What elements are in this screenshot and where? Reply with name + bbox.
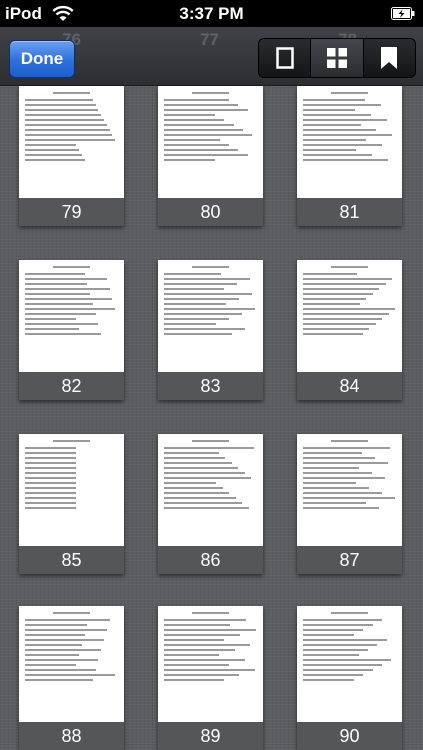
page-thumbnail[interactable]: 89 [158,606,263,750]
bookmarks-button[interactable] [363,39,415,77]
page-preview [303,612,396,720]
scrolled-page-number: 77 [200,30,219,49]
page-thumbnail[interactable]: 80 [158,86,263,226]
page-number-label: 79 [19,198,124,226]
page-thumbnail-grid: 79 80 81 82 83 84 85 86 87 88 89 90 [0,86,423,750]
bookmark-icon [381,47,398,69]
page-number-label: 85 [19,546,124,574]
page-number-label: 90 [297,722,402,750]
page-number-label: 86 [158,546,263,574]
top-toolbar: 76 77 78 Done [0,27,423,86]
page-preview [164,440,257,544]
page-thumbnail[interactable]: 90 [297,606,402,750]
page-thumbnail[interactable]: 84 [297,260,402,400]
page-preview [164,92,257,196]
grid-view-icon [326,48,347,68]
page-thumbnail[interactable]: 81 [297,86,402,226]
page-number-label: 80 [158,198,263,226]
status-bar: iPod 3:37 PM [0,0,423,27]
page-thumbnail[interactable]: 83 [158,260,263,400]
grid-view-button[interactable] [311,39,364,77]
page-number-label: 84 [297,372,402,400]
clock: 3:37 PM [179,4,244,23]
page-thumbnail[interactable]: 85 [19,434,124,574]
page-number-label: 81 [297,198,402,226]
page-number-label: 82 [19,372,124,400]
page-number-label: 89 [158,722,263,750]
page-preview [25,266,118,370]
page-preview [25,440,118,544]
page-number-label: 87 [297,546,402,574]
page-preview [25,92,118,196]
page-thumbnail[interactable]: 82 [19,260,124,400]
page-preview [303,440,396,544]
page-preview [303,92,396,196]
page-thumbnail[interactable]: 87 [297,434,402,574]
single-page-icon [275,47,294,69]
page-number-label: 83 [158,372,263,400]
done-button[interactable]: Done [9,40,75,78]
page-preview [164,612,257,720]
single-page-view-button[interactable] [259,39,312,77]
view-mode-control [258,38,416,78]
page-preview [25,612,118,720]
page-preview [164,266,257,370]
page-thumbnail[interactable]: 86 [158,434,263,574]
page-number-label: 88 [19,722,124,750]
battery-charging-icon [391,7,415,20]
page-preview [303,266,396,370]
page-thumbnail[interactable]: 79 [19,86,124,226]
page-thumbnail[interactable]: 88 [19,606,124,750]
